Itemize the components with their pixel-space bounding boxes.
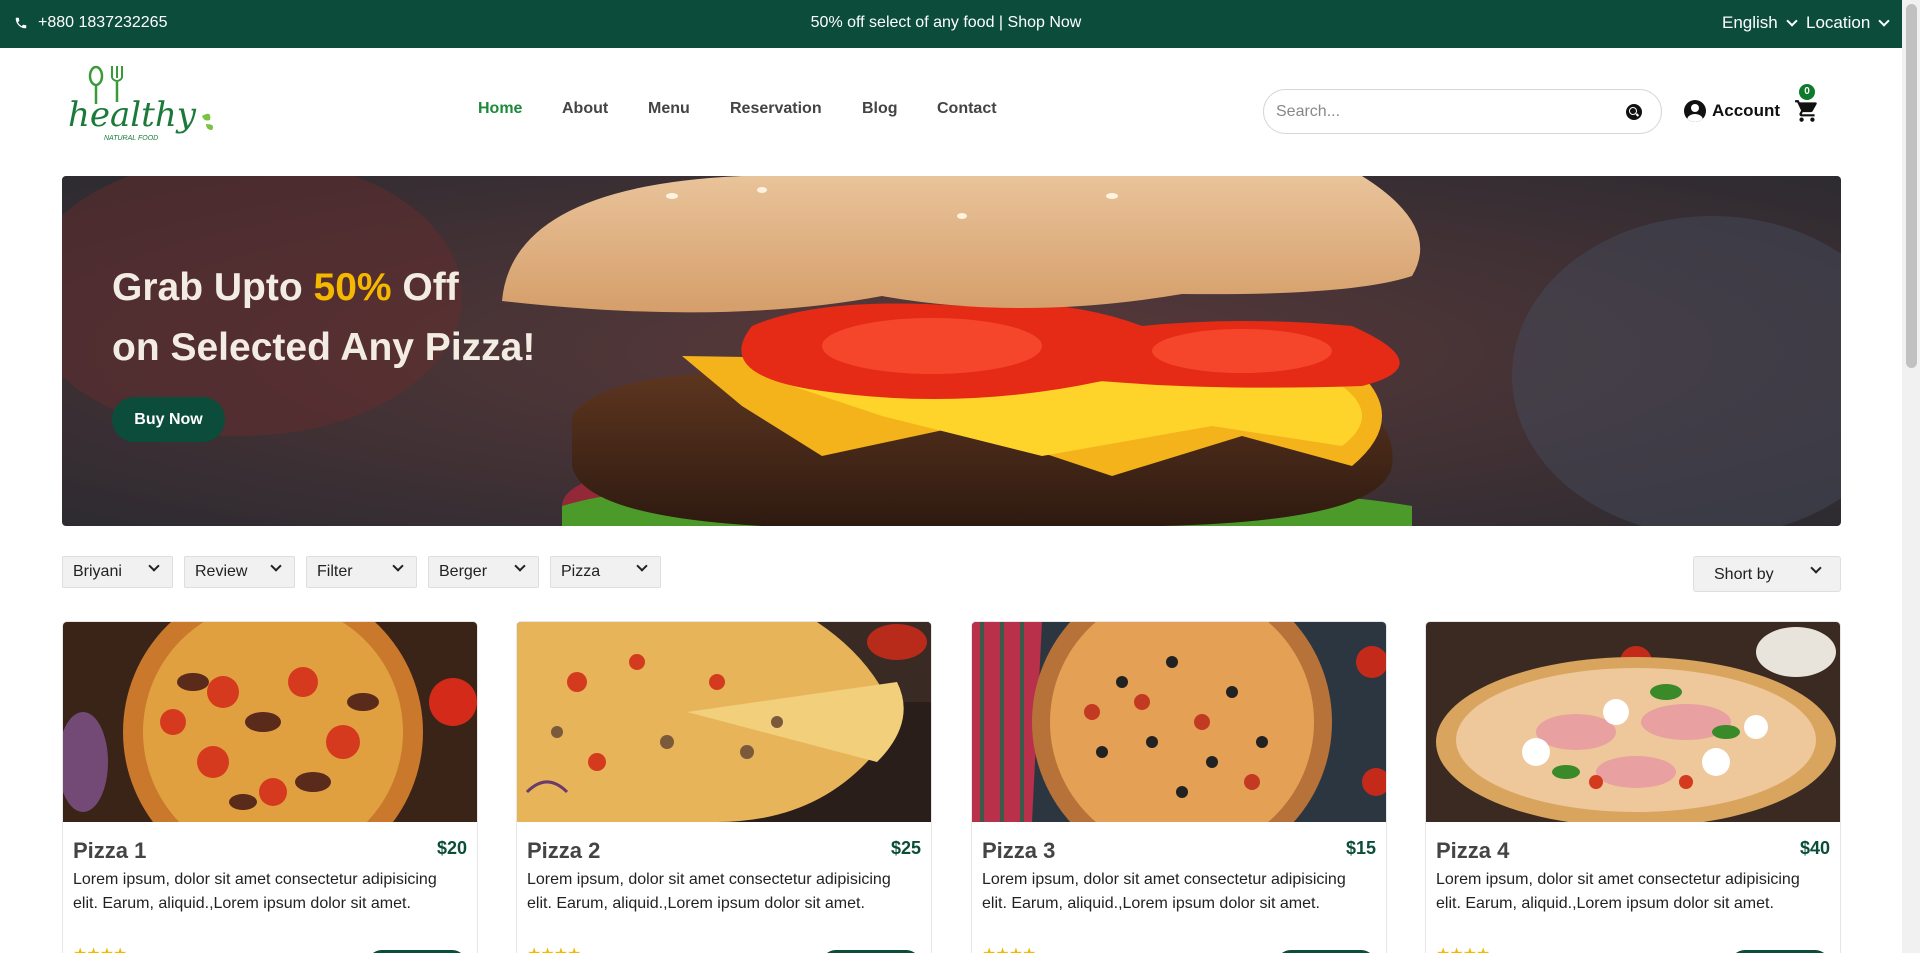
rating-stars-icon: ★★★★ — [982, 944, 1036, 953]
product-card[interactable]: Pizza 1 $20 Lorem ipsum, dolor sit amet … — [62, 621, 478, 953]
product-price: $40 — [1799, 838, 1830, 858]
chevron-down-icon — [1786, 14, 1798, 27]
nav-menu[interactable]: Menu — [648, 100, 690, 118]
filter-label: Berger — [439, 563, 488, 580]
filter-review[interactable]: Review — [184, 556, 295, 588]
chevron-down-icon — [636, 560, 648, 572]
svg-text:healthy: healthy — [68, 95, 197, 135]
product-price: $25 — [890, 838, 921, 858]
search-input[interactable] — [1276, 100, 1606, 124]
rating-stars-icon: ★★★★ — [73, 944, 127, 953]
cart-count-badge: 0 — [1799, 84, 1815, 100]
location-selector[interactable]: Location — [1806, 13, 1890, 33]
product-description: Lorem ipsum, dolor sit amet consectetur … — [73, 871, 437, 912]
sort-by-dropdown[interactable]: Short by — [1693, 556, 1841, 592]
scrollbar-thumb[interactable] — [1906, 4, 1917, 368]
pizza-3-image — [972, 622, 1386, 822]
promo-link[interactable]: 50% off select of any food | Shop Now — [811, 14, 1082, 31]
logo-graphic: healthy NATURAL FOOD — [68, 65, 214, 142]
language-label: English — [1722, 13, 1778, 32]
location-label: Location — [1806, 13, 1871, 32]
rating-stars-icon: ★★★★ — [527, 944, 581, 953]
pizza-4-image — [1426, 622, 1840, 822]
filter-label: Pizza — [561, 563, 601, 580]
product-card[interactable]: Pizza 2 $25 Lorem ipsum, dolor sit amet … — [516, 621, 932, 953]
chevron-down-icon — [1878, 14, 1890, 27]
hero-headline: Grab Upto 50% Off on Selected Any Pizza! — [112, 258, 535, 378]
filter-filter[interactable]: Filter — [306, 556, 417, 588]
filter-label: Filter — [317, 563, 353, 580]
top-bar: +880 1837232265 50% off select of any fo… — [0, 0, 1902, 48]
filter-briyani[interactable]: Briyani — [62, 556, 173, 588]
nav-blog[interactable]: Blog — [862, 100, 898, 118]
hero-discount-highlight: 50% — [313, 266, 392, 309]
pizza-2-image — [517, 622, 931, 822]
nav-about[interactable]: About — [562, 100, 608, 118]
nav-home[interactable]: Home — [478, 100, 522, 118]
filter-label: Briyani — [73, 563, 122, 580]
promo-banner: 50% off select of any food | Shop Now — [0, 14, 1892, 32]
search-box — [1263, 89, 1662, 134]
product-card[interactable]: Pizza 4 $40 Lorem ipsum, dolor sit amet … — [1425, 621, 1841, 953]
product-price: $20 — [436, 838, 467, 858]
buy-now-button[interactable]: Buy Now — [112, 397, 225, 442]
nav-contact[interactable]: Contact — [937, 100, 997, 118]
sort-label: Short by — [1714, 566, 1774, 583]
product-name: Pizza 4 — [1436, 838, 1510, 863]
product-card[interactable]: Pizza 3 $15 Lorem ipsum, dolor sit amet … — [971, 621, 1387, 953]
product-price: $15 — [1345, 838, 1376, 858]
rating-stars-icon: ★★★★ — [1436, 944, 1490, 953]
svg-text:NATURAL FOOD: NATURAL FOOD — [104, 135, 158, 142]
product-name: Pizza 3 — [982, 838, 1056, 863]
chevron-down-icon — [392, 560, 404, 572]
hero-line-2: on Selected Any Pizza! — [112, 326, 536, 369]
account-link[interactable]: Account — [1684, 100, 1780, 122]
nav-reservation[interactable]: Reservation — [730, 100, 822, 118]
search-icon[interactable] — [1626, 104, 1642, 120]
filter-pizza[interactable]: Pizza — [550, 556, 661, 588]
product-description: Lorem ipsum, dolor sit amet consectetur … — [982, 871, 1346, 912]
chevron-down-icon — [1810, 562, 1822, 574]
user-icon — [1684, 100, 1706, 122]
product-name: Pizza 1 — [73, 838, 147, 863]
account-label: Account — [1712, 101, 1780, 120]
hero-line-1: Grab Upto 50% Off — [112, 266, 459, 309]
pizza-1-image — [63, 622, 477, 822]
product-description: Lorem ipsum, dolor sit amet consectetur … — [527, 871, 891, 912]
chevron-down-icon — [514, 560, 526, 572]
product-description: Lorem ipsum, dolor sit amet consectetur … — [1436, 871, 1800, 912]
chevron-down-icon — [270, 560, 282, 572]
site-logo[interactable]: healthy NATURAL FOOD — [66, 58, 216, 146]
filter-berger[interactable]: Berger — [428, 556, 539, 588]
chevron-down-icon — [148, 560, 160, 572]
product-name: Pizza 2 — [527, 838, 601, 863]
language-selector[interactable]: English — [1722, 13, 1798, 33]
filter-label: Review — [195, 563, 248, 580]
cart-icon[interactable] — [1794, 98, 1820, 124]
